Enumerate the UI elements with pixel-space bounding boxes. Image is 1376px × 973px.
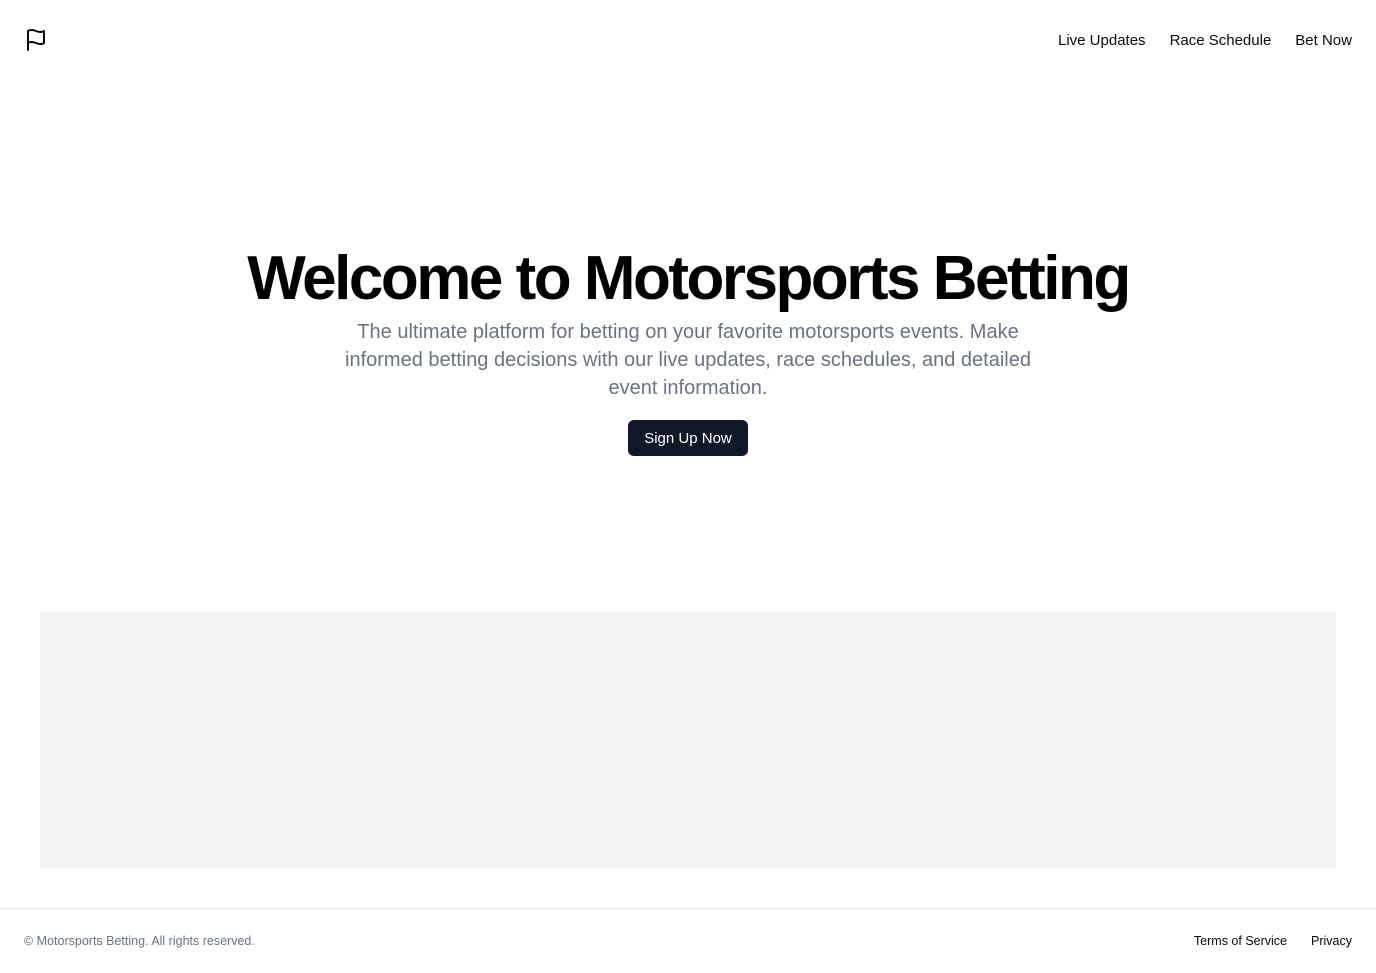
- sign-up-button[interactable]: Sign Up Now: [628, 420, 748, 456]
- hero-subtitle: The ultimate platform for betting on you…: [345, 321, 1031, 399]
- content-placeholder-panel: [40, 612, 1336, 868]
- site-footer: © Motorsports Betting. All rights reserv…: [0, 908, 1376, 973]
- nav-bet-now[interactable]: Bet Now: [1295, 32, 1352, 49]
- nav-race-schedule[interactable]: Race Schedule: [1170, 32, 1272, 49]
- footer-links: Terms of Service Privacy: [1194, 934, 1352, 948]
- hero-title: Welcome to Motorsports Betting: [247, 244, 1131, 313]
- footer-link-terms[interactable]: Terms of Service: [1194, 934, 1287, 948]
- home-logo-link[interactable]: [24, 28, 48, 52]
- main-nav: Live Updates Race Schedule Bet Now: [1058, 32, 1352, 49]
- flag-icon: [27, 29, 45, 51]
- hero-section: Welcome to Motorsports Betting The ultim…: [0, 240, 1376, 456]
- nav-live-updates[interactable]: Live Updates: [1058, 32, 1146, 49]
- footer-link-privacy[interactable]: Privacy: [1311, 934, 1352, 948]
- site-header: Live Updates Race Schedule Bet Now: [0, 0, 1376, 80]
- copyright-text: © Motorsports Betting. All rights reserv…: [24, 934, 255, 948]
